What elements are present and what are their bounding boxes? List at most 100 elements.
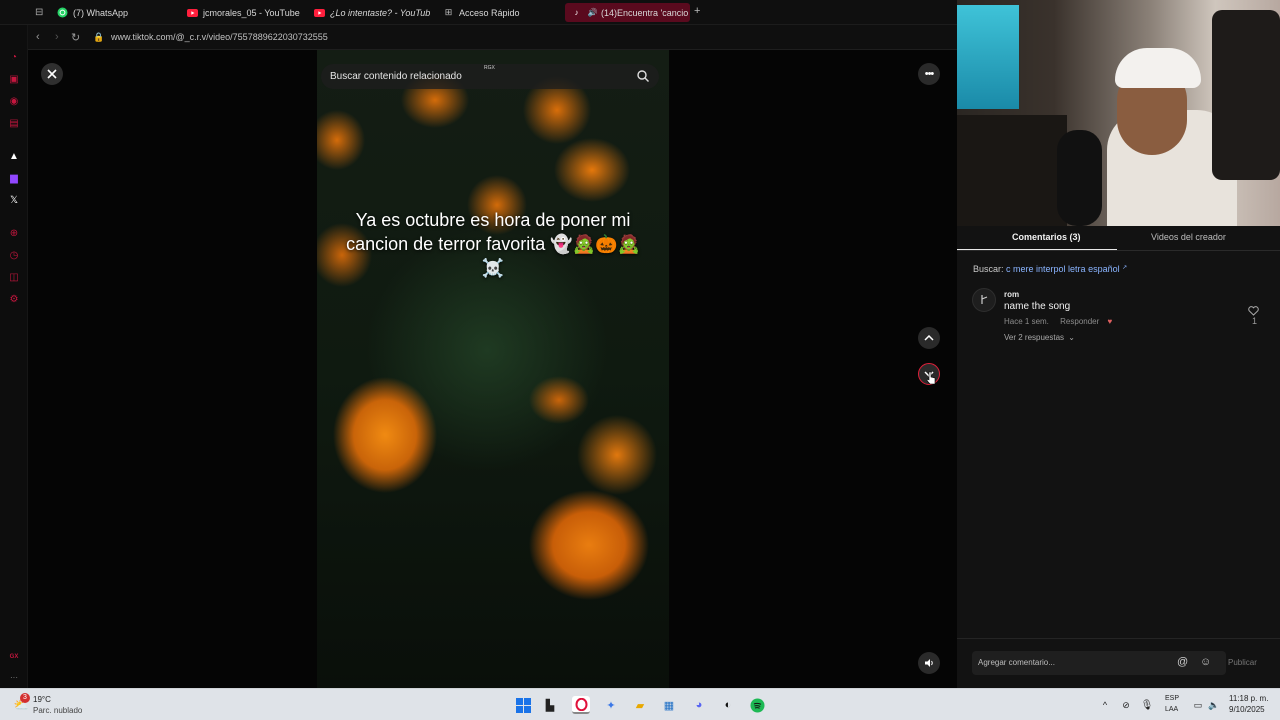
tab-youtube-2[interactable]: ¿Lo intentaste? - YouTub [314, 3, 430, 22]
view-replies-button[interactable]: Ver 2 respuestas ⌄ [1004, 333, 1075, 342]
store-icon[interactable]: ▦ [660, 696, 678, 714]
spotify-icon[interactable] [748, 696, 766, 714]
comment-username[interactable]: rom [1004, 290, 1019, 299]
comment-time: Hace 1 sem. [1004, 317, 1049, 326]
windows-start-icon[interactable] [514, 696, 532, 714]
messenger-icon[interactable]: ◉ [7, 94, 21, 108]
tab-label: (7) WhatsApp [73, 7, 129, 18]
reply-button[interactable]: Responder [1060, 317, 1099, 326]
active-tab-indicator [957, 249, 1117, 250]
new-tab-button[interactable]: + [694, 5, 700, 17]
comment-placeholder: Agregar comentario... [978, 658, 1055, 667]
desk-image [957, 115, 1067, 226]
search-suggestion[interactable]: Buscar: c mere interpol letra español ↗ [973, 264, 1127, 274]
comments-panel: Comentarios (3) Videos del creador Busca… [957, 226, 1280, 688]
url-field[interactable]: www.tiktok.com/@_c.r.v/video/75578896220… [111, 32, 328, 42]
network-off-icon[interactable]: ⊘ [1117, 696, 1135, 714]
search-icon[interactable] [636, 69, 650, 83]
player-icon[interactable]: ▤ [7, 116, 21, 130]
aria-icon[interactable]: ▲ [7, 149, 21, 163]
search-arrow-icon: ↗ [1122, 265, 1128, 271]
volume-icon [924, 659, 933, 667]
watermark-label: RGX [484, 65, 495, 71]
more-options-button[interactable]: ••• [918, 63, 940, 85]
heart-icon [1248, 306, 1259, 316]
language-indicator[interactable]: ESP [1165, 695, 1179, 702]
volume-button[interactable] [918, 652, 940, 674]
chevron-up-icon [924, 335, 934, 341]
discord-icon[interactable]: ◕ [690, 696, 708, 714]
composer-divider [957, 638, 1280, 639]
bag-icon[interactable]: ▣ [7, 72, 21, 86]
clock-time[interactable]: 11:18 p. m. [1229, 694, 1268, 703]
tab-creator-videos[interactable]: Videos del creador [1151, 232, 1226, 242]
publish-button[interactable]: Publicar [1228, 658, 1257, 667]
tab-label: Acceso Rápido [459, 7, 520, 18]
tab-label: ¿Lo intentaste? - YouTub [330, 7, 430, 18]
gx-label: GX [9, 654, 19, 660]
whatsapp-icon [57, 7, 68, 18]
tab-label: jcmorales_05 - YouTube [203, 7, 300, 18]
youtube-icon [314, 7, 325, 18]
copilot-icon[interactable]: ✦ [602, 696, 620, 714]
show-hidden-icons-icon[interactable]: ^ [1096, 696, 1114, 714]
webcam-overlay [957, 0, 1280, 226]
app-icon[interactable]: ◐ [719, 696, 737, 714]
avatar[interactable] [972, 288, 996, 312]
related-search-input[interactable]: Buscar contenido relacionado RGX [321, 64, 659, 89]
clock-date[interactable]: 9/10/2025 [1229, 705, 1265, 714]
add-icon[interactable]: ⊕ [7, 226, 21, 240]
tab-divider [957, 250, 1280, 251]
reload-icon[interactable]: ↻ [71, 31, 80, 44]
previous-video-button[interactable] [918, 327, 940, 349]
tab-bar: ⊟ (7) WhatsApp jcmorales_05 - YouTube ¿L… [0, 0, 957, 25]
x-icon[interactable]: 𝕏 [7, 193, 21, 207]
tab-tiktok-active[interactable]: ♪ 🔊 (14)Encuentra 'cancio [565, 3, 690, 22]
tab-youtube-1[interactable]: jcmorales_05 - YouTube [187, 3, 305, 22]
view-replies-label: Ver 2 respuestas [1004, 333, 1065, 342]
tab-acceso-rapido[interactable]: ⊞ Acceso Rápido [443, 3, 553, 22]
cap-image [1115, 48, 1201, 88]
chevron-down-icon: ⌄ [1068, 333, 1075, 342]
back-icon[interactable]: ‹ [36, 31, 40, 43]
microphone-image [1057, 130, 1102, 226]
comment-text: name the song [1004, 301, 1071, 312]
tab-comments[interactable]: Comentarios (3) [1012, 232, 1081, 242]
tab-label: (14)Encuentra 'cancio [601, 7, 689, 18]
volume-icon[interactable]: 🔈 [1205, 696, 1223, 714]
temperature: 19°C [33, 695, 51, 704]
opera-gx-taskbar-icon[interactable] [572, 696, 590, 714]
tab-whatsapp[interactable]: (7) WhatsApp [57, 3, 177, 22]
more-icon: ••• [924, 68, 935, 80]
keyboard-layout: LAA [1165, 706, 1179, 713]
like-count: 1 [1252, 316, 1258, 326]
forward-icon[interactable]: › [55, 31, 59, 43]
comment-input[interactable]: Agregar comentario... @ ☺ [972, 651, 1226, 675]
address-bar: ‹ › ↻ 🔒 www.tiktok.com/@_c.r.v/video/755… [28, 25, 957, 50]
comment-item: rom name the song Hace 1 sem. Responder … [972, 288, 1272, 348]
mention-icon[interactable]: @ [1177, 656, 1188, 668]
close-button[interactable] [41, 63, 63, 85]
bookmark-icon[interactable]: ◫ [7, 270, 21, 284]
browser-sidebar: ◔ ▣ ◉ ▤ ▲ ▆ 𝕏 ⊕ ◷ ◫ ⚙ GX ··· [0, 0, 28, 688]
settings-icon[interactable]: ⚙ [7, 292, 21, 306]
grid-icon: ⊞ [444, 7, 453, 17]
comment-meta: Hace 1 sem. Responder ♥ [1004, 317, 1112, 326]
chair-image [1212, 10, 1280, 180]
more-icon[interactable]: ··· [7, 670, 21, 684]
speed-icon[interactable]: ◔ [7, 50, 21, 64]
video-player[interactable]: Buscar contenido relacionado RGX Ya es o… [317, 50, 669, 688]
file-explorer-icon[interactable]: ▰ [631, 696, 649, 714]
tiktok-icon: ♪ [574, 8, 579, 17]
weather-description: Parc. nublado [33, 706, 83, 715]
twitch-icon[interactable]: ▆ [7, 171, 21, 185]
search-prefix: Buscar: [973, 264, 1004, 274]
tab-menu-icon[interactable]: ⊟ [35, 7, 43, 18]
task-view-icon[interactable]: ▙ [541, 696, 559, 714]
microphone-icon[interactable]: 🎙 [1138, 696, 1156, 714]
video-caption: Ya es octubre es hora de poner mi cancio… [346, 210, 640, 278]
emoji-icon[interactable]: ☺ [1200, 656, 1211, 668]
windows-taskbar: ⛅ 3 19°C Parc. nublado ▙ ✦ ▰ ▦ ◕ ◐ ^ ⊘ 🎙… [0, 688, 1280, 720]
monitor-image [957, 5, 1019, 109]
history-icon[interactable]: ◷ [7, 248, 21, 262]
